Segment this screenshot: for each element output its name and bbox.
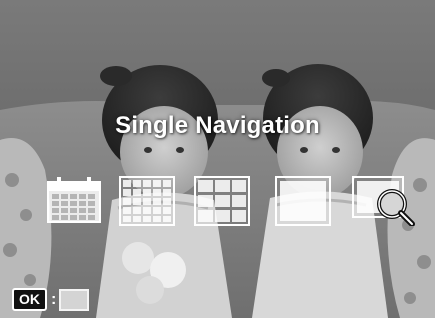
zoom-view-icon[interactable] <box>352 176 416 226</box>
ok-hint: OK : <box>12 288 90 311</box>
calendar-view-icon[interactable] <box>46 176 102 226</box>
single-view-small-icon <box>59 288 90 311</box>
ok-button[interactable]: OK <box>12 288 47 311</box>
playback-screen: Single Navigation OK: <box>0 0 435 318</box>
thumbnail-grid-large-icon[interactable] <box>194 176 250 226</box>
single-view-icon[interactable] <box>275 176 331 226</box>
background-photo <box>0 0 435 318</box>
mode-title: Single Navigation <box>115 112 320 139</box>
thumbnail-grid-small-icon[interactable] <box>119 176 175 226</box>
hint-separator: : <box>51 290 57 308</box>
